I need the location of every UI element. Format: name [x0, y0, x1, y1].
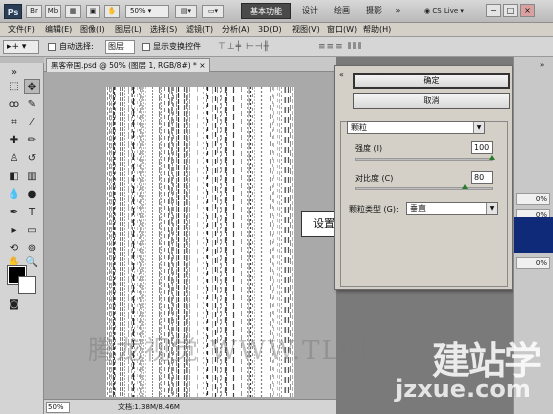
- panel-value-field[interactable]: 0%: [516, 193, 550, 205]
- site-watermark-url: jzxue.com: [395, 375, 531, 403]
- ok-button[interactable]: 确定: [353, 73, 510, 89]
- contrast-slider-thumb[interactable]: [461, 184, 468, 189]
- intensity-label: 强度 (I): [355, 144, 383, 153]
- contrast-input[interactable]: 80: [471, 171, 493, 184]
- intensity-input[interactable]: 100: [471, 141, 493, 154]
- intensity-slider[interactable]: [355, 155, 495, 161]
- grain-type-label: 颗粒类型 (G):: [349, 205, 399, 214]
- contrast-label: 对比度 (C): [355, 174, 394, 183]
- intensity-slider-thumb[interactable]: [489, 155, 495, 160]
- chevron-down-icon: ▼: [473, 122, 484, 133]
- layer-thumbnail-blue: [514, 217, 553, 253]
- contrast-slider[interactable]: [355, 184, 493, 190]
- grain-filter-dialog: « 确定 取消 颗粒 ▼ 强度 (I) 100 对比度 (C) 80 颗粒类型 …: [334, 65, 513, 290]
- cancel-button[interactable]: 取消: [353, 93, 510, 109]
- collapse-dialog-icon[interactable]: «: [339, 70, 344, 79]
- filter-type-select[interactable]: 颗粒 ▼: [347, 121, 485, 134]
- panel-value-field[interactable]: 0%: [516, 257, 550, 269]
- grain-type-select[interactable]: 垂直 ▼: [406, 202, 498, 215]
- chevron-down-icon: ▼: [486, 203, 497, 214]
- expand-panels-icon[interactable]: »: [540, 61, 544, 69]
